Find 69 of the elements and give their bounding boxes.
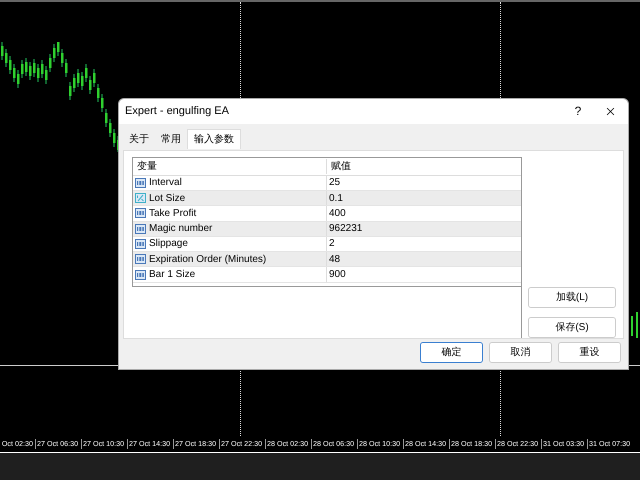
candle <box>45 66 48 84</box>
parameter-name: Lot Size <box>149 192 186 206</box>
parameter-name: Magic number <box>149 222 212 236</box>
parameter-value: 25 <box>328 176 340 190</box>
candle <box>25 58 28 76</box>
fraction-type-icon <box>135 193 146 204</box>
integer-type-icon <box>135 254 146 264</box>
candle <box>105 108 108 128</box>
tab[interactable]: 常用 <box>155 130 187 150</box>
candle <box>5 48 8 68</box>
candle <box>49 54 52 72</box>
column-header: 赋值 <box>330 160 351 174</box>
integer-type-icon <box>135 270 146 280</box>
integer-type-icon <box>135 238 146 249</box>
help-button[interactable]: ? <box>568 102 588 120</box>
table-row[interactable]: Slippage 2 <box>133 236 521 252</box>
side-button[interactable]: 保存(S) <box>528 316 616 338</box>
candle <box>57 42 60 56</box>
candle <box>77 68 80 88</box>
candle <box>9 56 12 74</box>
candle <box>17 70 20 88</box>
parameter-value: 400 <box>328 206 346 221</box>
integer-type-icon <box>135 208 146 218</box>
parameter-name: Interval <box>149 176 182 190</box>
candle <box>65 58 68 78</box>
tab[interactable]: 输入参数 <box>187 128 241 149</box>
table-row[interactable]: Bar 1 Size 900 <box>133 267 521 283</box>
candle <box>29 62 32 80</box>
parameter-name: Bar 1 Size <box>149 268 196 282</box>
side-button[interactable]: 加载(L) <box>528 286 616 308</box>
candle <box>53 44 56 62</box>
table-row[interactable]: Magic number 962231 <box>133 222 521 237</box>
parameter-name: Take Profit <box>149 206 196 221</box>
candle <box>69 82 72 100</box>
table-row[interactable]: Take Profit 400 <box>133 206 521 222</box>
candle <box>89 76 92 94</box>
candle <box>73 74 76 92</box>
parameter-value: 48 <box>328 252 340 267</box>
candle <box>33 58 36 78</box>
parameter-value: 900 <box>328 268 346 282</box>
table-row[interactable]: Expiration Order (Minutes) 48 <box>133 252 521 268</box>
parameter-value: 962231 <box>328 222 362 236</box>
candle <box>13 64 16 82</box>
parameter-value: 0.1 <box>328 192 343 206</box>
candle <box>109 118 112 138</box>
candle <box>61 48 64 68</box>
candle <box>113 128 116 148</box>
parameter-name: Expiration Order (Minutes) <box>149 252 266 267</box>
dialog-button[interactable]: 重设 <box>558 342 621 364</box>
candle <box>41 60 44 78</box>
integer-type-icon <box>135 224 146 234</box>
candle <box>37 64 40 82</box>
candle <box>101 94 104 112</box>
window-title: Expert - engulfing EA <box>125 104 229 120</box>
candle <box>81 72 84 90</box>
candle <box>21 60 24 78</box>
candle <box>93 68 96 88</box>
candle <box>97 84 100 102</box>
candle <box>85 64 88 82</box>
column-header: 变量 <box>133 158 327 174</box>
dialog-button[interactable]: 取消 <box>489 342 552 364</box>
candle <box>1 42 4 60</box>
table-row[interactable]: Interval 25 <box>133 176 521 191</box>
dialog-button[interactable]: 确定 <box>420 342 483 364</box>
parameter-value: 2 <box>328 237 335 252</box>
tab[interactable]: 关于 <box>123 130 155 150</box>
table-row[interactable]: Lot Size 0.1 <box>133 190 521 206</box>
parameter-name: Slippage <box>149 237 188 252</box>
integer-type-icon <box>135 178 146 188</box>
